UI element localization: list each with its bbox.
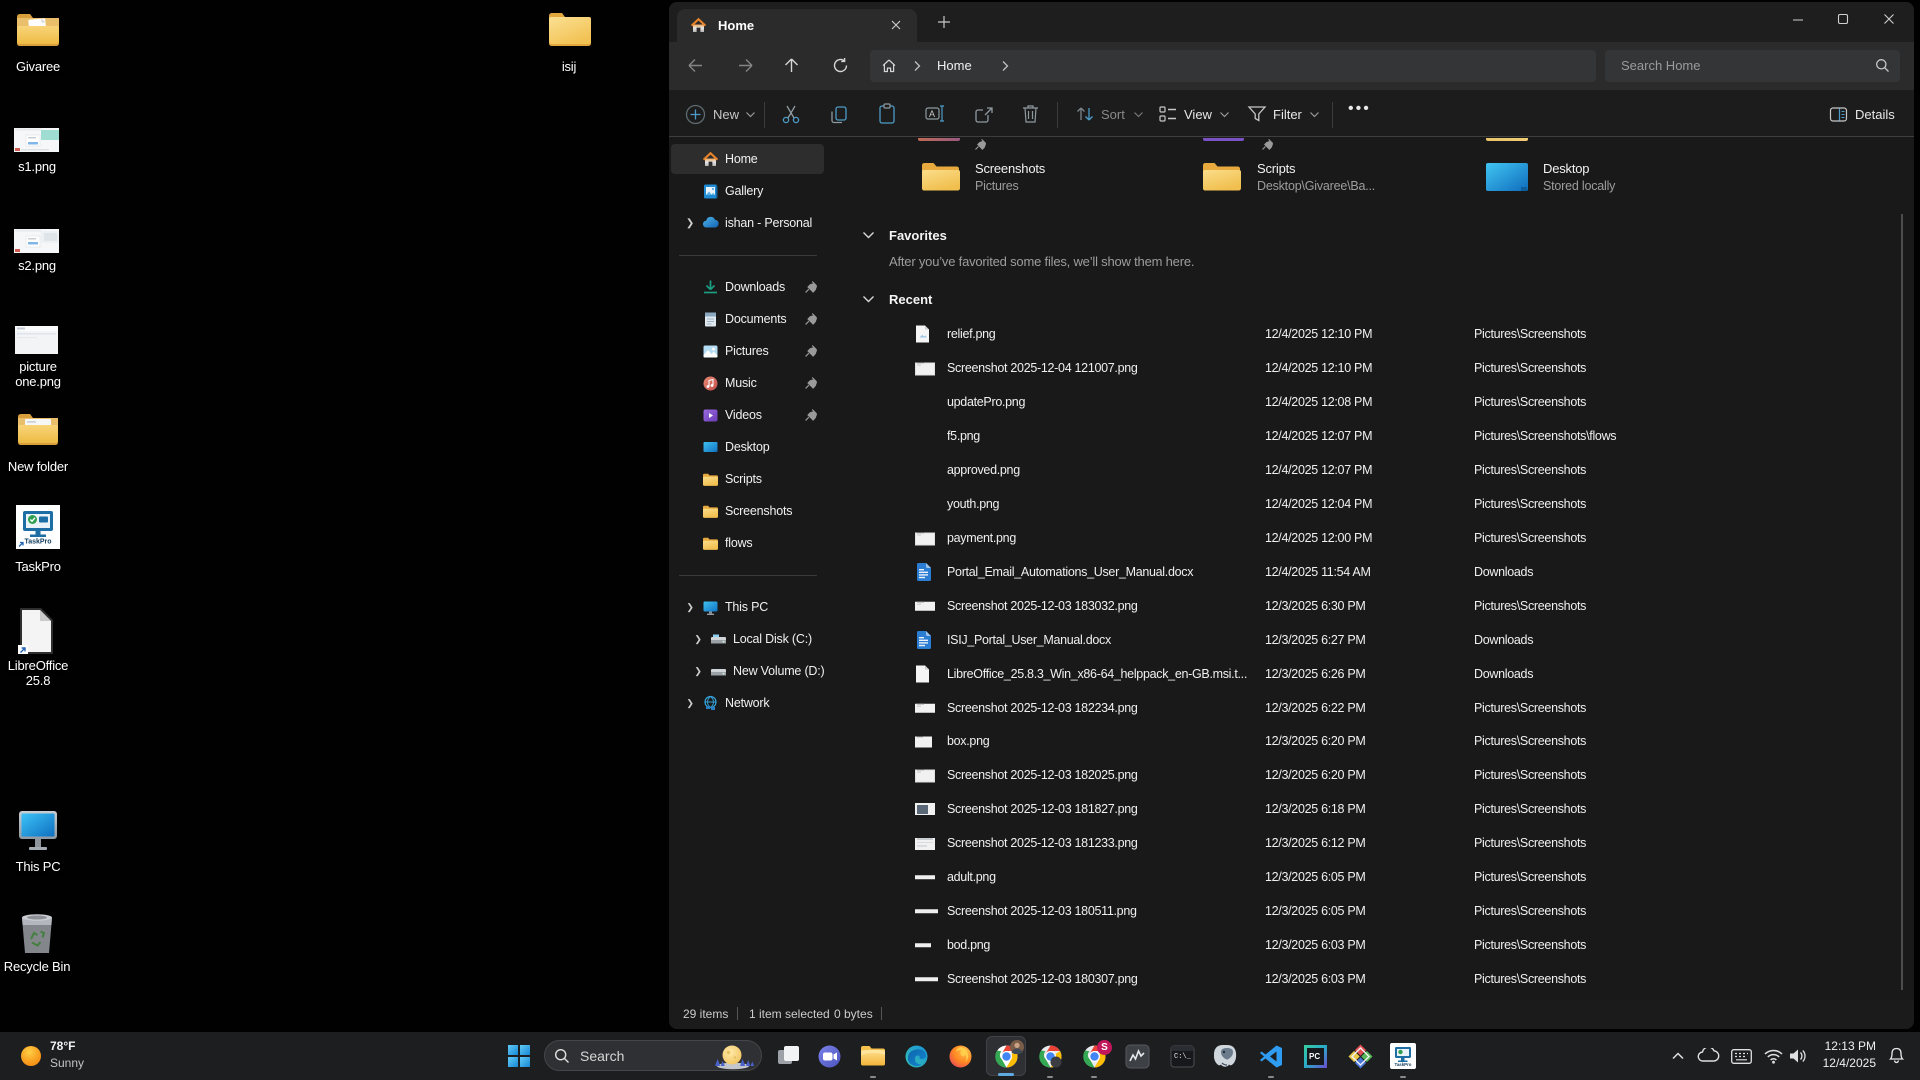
svg-text:PC: PC: [1309, 1052, 1320, 1061]
svg-text:TaskPro: TaskPro: [24, 539, 51, 546]
svg-text:A: A: [929, 109, 935, 119]
svg-text:C:\_: C:\_: [1174, 1053, 1192, 1061]
svg-text:TaskPro: TaskPro: [1394, 1062, 1411, 1067]
